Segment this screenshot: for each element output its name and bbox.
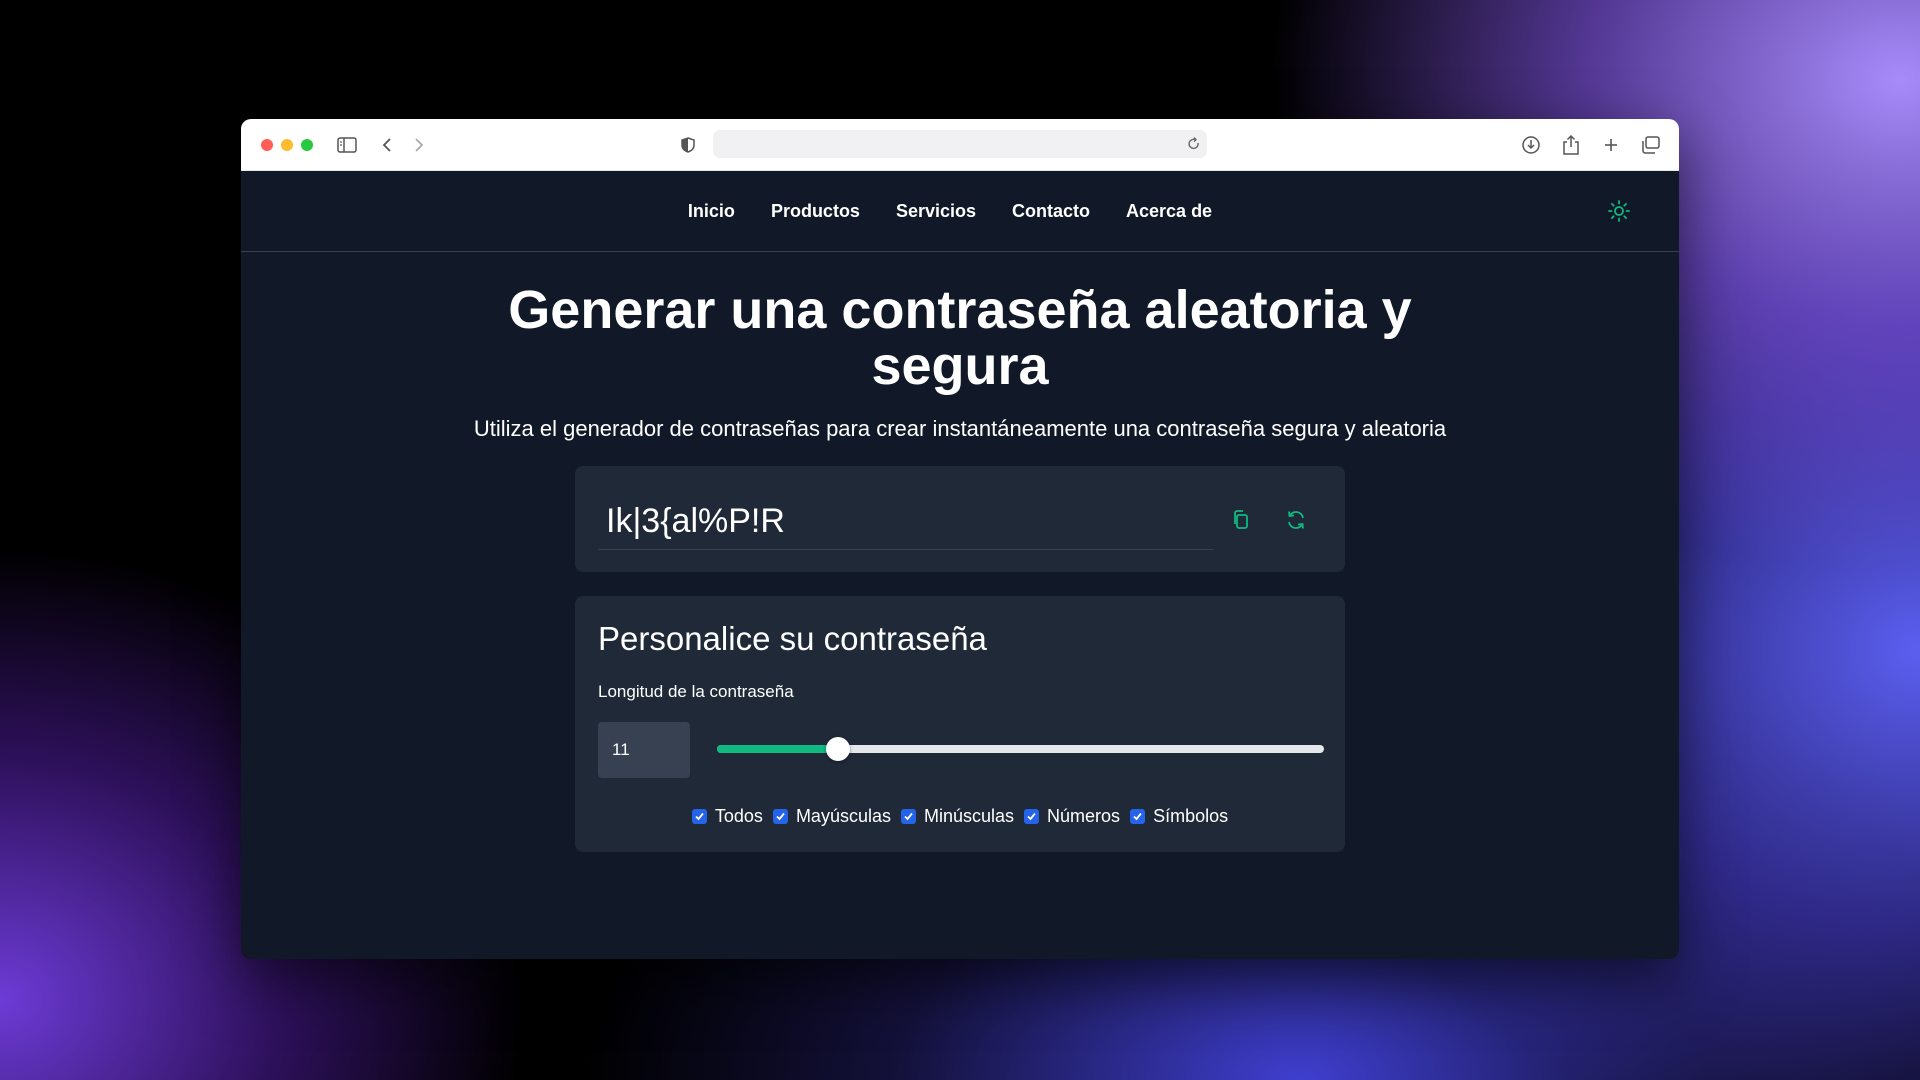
option-simbolos[interactable]: Símbolos [1130,806,1228,827]
option-label: Mayúsculas [795,806,891,826]
customize-card: Personalice su contraseña Longitud de la… [575,596,1345,852]
option-label: Todos [714,806,763,826]
close-window-button[interactable] [261,139,273,151]
sun-icon[interactable] [1607,199,1631,223]
option-mayusculas[interactable]: Mayúsculas [772,806,891,827]
length-label: Longitud de la contraseña [598,682,794,701]
maximize-window-button[interactable] [301,139,313,151]
new-tab-icon[interactable] [1599,133,1623,157]
length-input[interactable]: 11 [598,722,690,778]
nav-link-inicio[interactable]: Inicio [688,201,735,222]
checkbox-checked-icon[interactable] [1024,809,1040,824]
page-content: Inicio Productos Servicios Contacto Acer… [241,171,1679,959]
browser-window: Inicio Productos Servicios Contacto Acer… [241,119,1679,959]
option-minusculas[interactable]: Minúsculas [900,806,1015,827]
reload-icon[interactable] [1187,133,1201,160]
checkbox-checked-icon[interactable] [1130,809,1146,824]
nav-link-productos[interactable]: Productos [771,201,860,222]
tab-overview-icon[interactable] [1639,133,1663,157]
nav-link-contacto[interactable]: Contacto [1012,201,1090,222]
option-numeros[interactable]: Números [1024,806,1120,827]
address-bar[interactable] [713,130,1207,158]
option-todos[interactable]: Todos [691,806,763,827]
refresh-icon[interactable] [1284,508,1308,532]
checkbox-checked-icon[interactable] [691,809,707,824]
slider-fill [717,745,839,753]
slider-thumb[interactable] [826,737,851,761]
page-subtitle: Utiliza el generador de contraseñas para… [473,416,1447,441]
shield-icon[interactable] [676,133,700,157]
checkbox-checked-icon[interactable] [772,809,788,824]
download-icon[interactable] [1519,133,1543,157]
option-label: Números [1047,806,1121,826]
length-slider[interactable] [717,737,1324,761]
copy-icon[interactable] [1229,508,1253,532]
minimize-window-button[interactable] [281,139,293,151]
sidebar-toggle-icon[interactable] [335,133,359,157]
forward-arrow-icon[interactable] [407,133,431,157]
option-label: Minúsculas [923,806,1015,826]
customize-title: Personalice su contraseña [598,620,987,657]
page-title: Generar una contraseña aleatoria y segur… [508,280,1412,396]
password-output-card: Ik|3{al%P!R [575,466,1345,572]
checkbox-checked-icon[interactable] [900,809,916,824]
back-arrow-icon[interactable] [375,133,399,157]
main-nav: Inicio Productos Servicios Contacto Acer… [241,171,1679,252]
option-label: Símbolos [1153,806,1229,826]
browser-toolbar [241,119,1679,171]
password-output-field[interactable]: Ik|3{al%P!R [598,492,1213,550]
character-options: Todos Mayúsculas Minúsculas Números Símb… [598,806,1322,827]
nav-link-acerca-de[interactable]: Acerca de [1126,201,1212,222]
share-icon[interactable] [1559,133,1583,157]
nav-link-servicios[interactable]: Servicios [896,201,976,222]
